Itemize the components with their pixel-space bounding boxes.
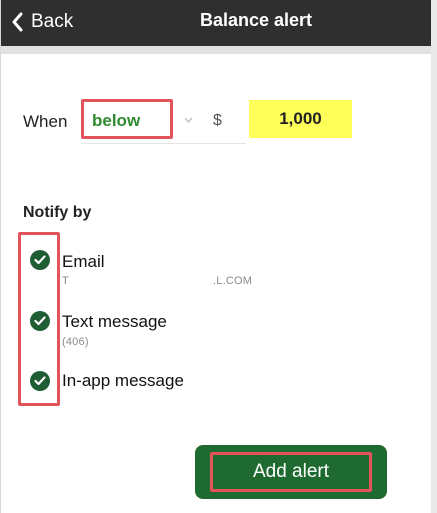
option-email-sublabel-start: T: [62, 275, 69, 287]
balance-alert-screen: Back Balance alert When below $ 1,000 No…: [0, 0, 437, 513]
amount-value: 1,000: [279, 109, 322, 128]
check-circle-icon[interactable]: [30, 311, 50, 331]
option-email-label[interactable]: Email: [62, 252, 105, 272]
condition-select[interactable]: below: [81, 99, 173, 139]
check-circle-icon[interactable]: [30, 371, 50, 391]
add-alert-button[interactable]: Add alert: [210, 452, 372, 492]
condition-row: When below $ 1,000: [1, 96, 431, 146]
option-inapp-label[interactable]: In-app message: [62, 371, 184, 391]
condition-select-value: below: [92, 111, 141, 130]
currency-symbol: $: [213, 112, 222, 129]
chevron-down-icon[interactable]: [184, 114, 193, 126]
select-underline: [81, 143, 246, 144]
option-text-label[interactable]: Text message: [62, 312, 167, 332]
amount-input[interactable]: 1,000: [249, 100, 352, 138]
check-circle-icon[interactable]: [30, 250, 50, 270]
option-text-sublabel: (406): [62, 336, 89, 348]
nav-bar: Back Balance alert: [1, 0, 431, 46]
page-title: Balance alert: [199, 10, 313, 30]
when-label: When: [23, 112, 68, 131]
nav-bar-shadow: [1, 46, 431, 54]
checkbox-group: [18, 232, 60, 406]
add-alert-button-container: Add alert: [195, 445, 387, 499]
notify-by-heading: Notify by: [23, 204, 92, 221]
option-email-sublabel-end: .L.COM: [213, 275, 253, 287]
